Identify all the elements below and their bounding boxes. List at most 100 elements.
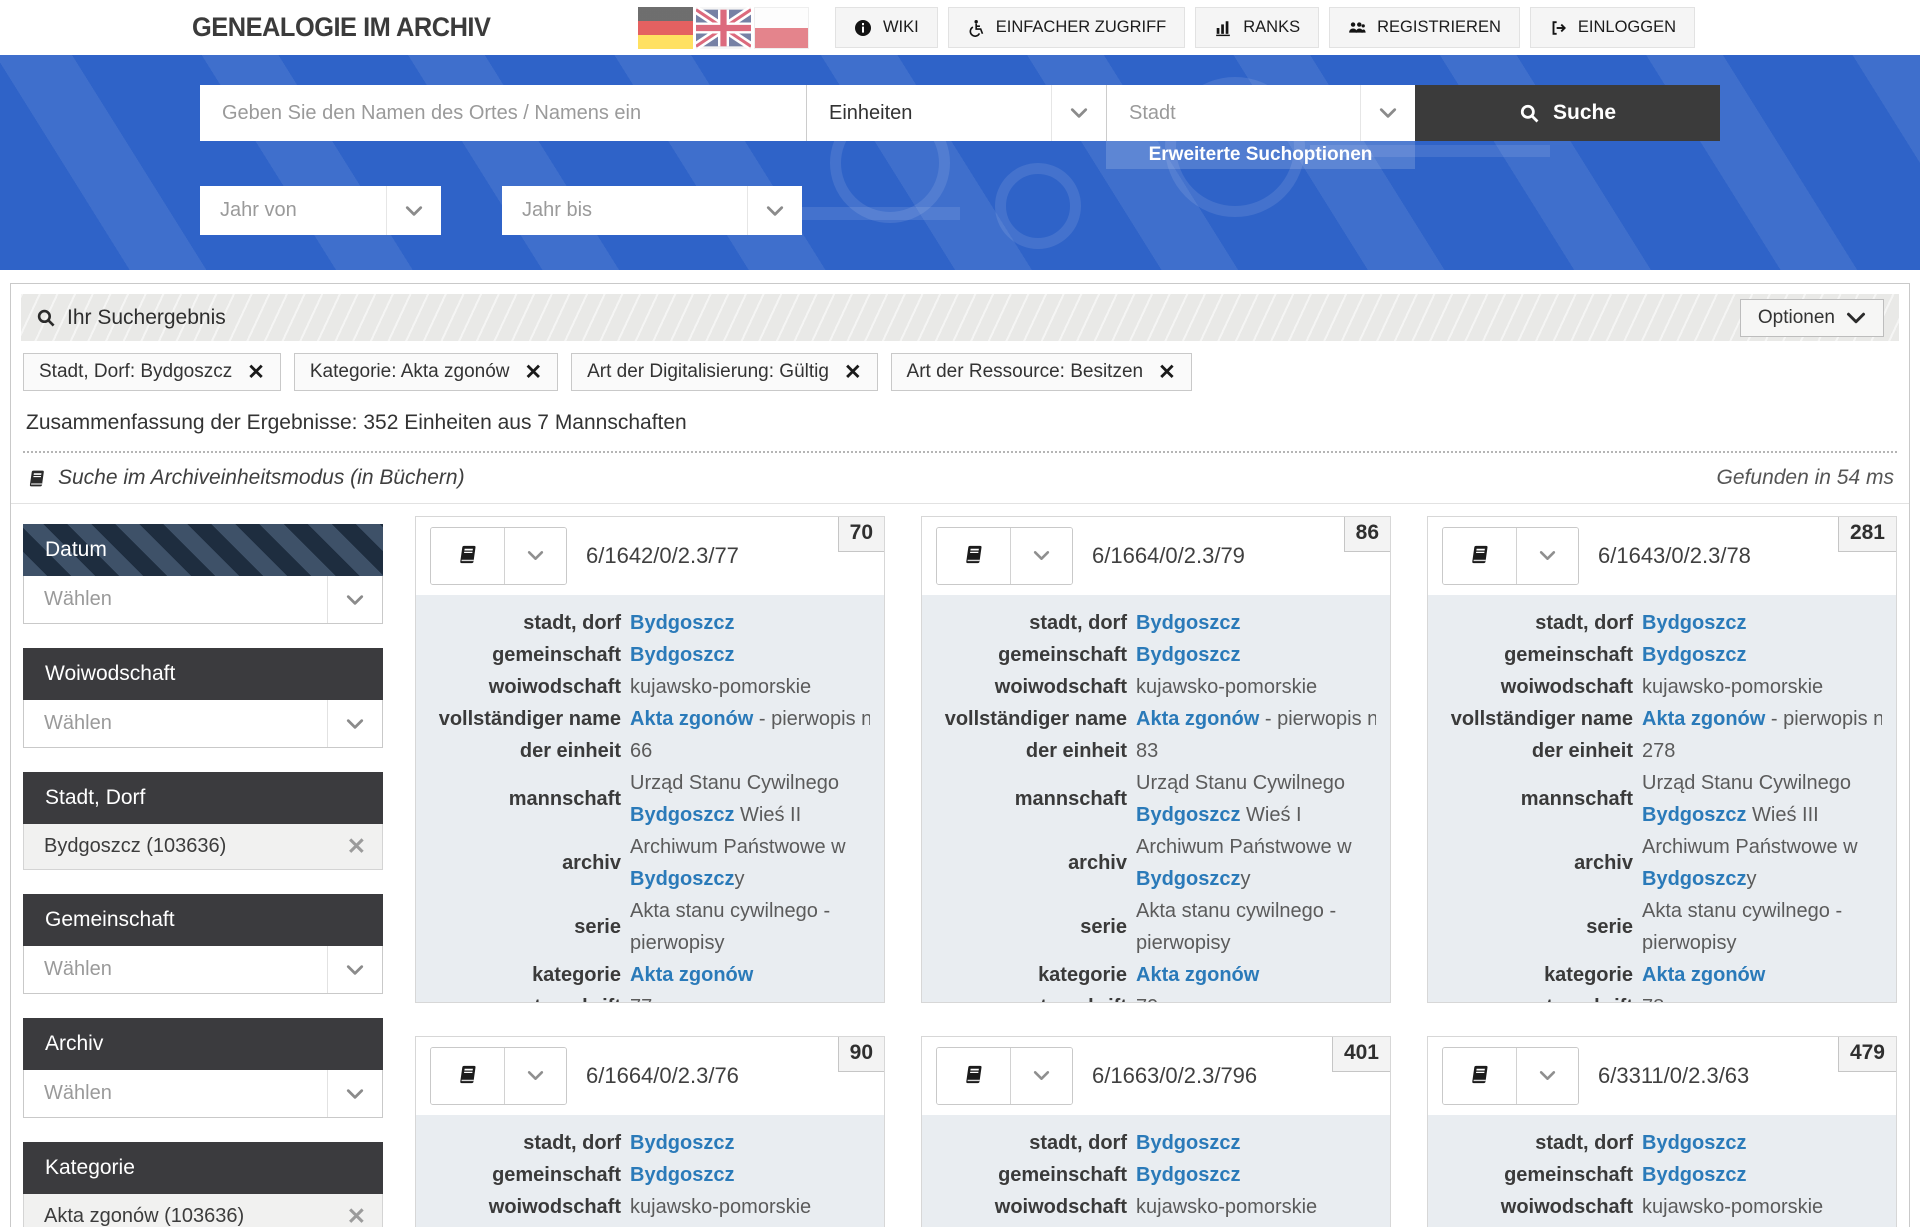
value-link[interactable]: Bydgoszcz	[1136, 644, 1240, 666]
remove-filter-icon[interactable]: ✕	[1158, 362, 1176, 383]
field-value: Akta zgonów - pierwopis n	[630, 703, 870, 735]
card-field-row: woiwodschaftkujawsko-pomorskie	[922, 1191, 1376, 1223]
sidebar-select-datum[interactable]: Wählen	[23, 576, 383, 624]
field-value: Akta zgonów	[630, 959, 870, 991]
card-actions-dropdown[interactable]	[1010, 1048, 1072, 1104]
field-value: kujawsko-pomorskie	[1642, 1191, 1882, 1223]
filter-chip[interactable]: Art der Ressource: Besitzen✕	[891, 353, 1192, 391]
value-link[interactable]: Bydgoszcz	[1642, 804, 1746, 826]
open-book-button[interactable]	[937, 528, 1010, 584]
card-actions-dropdown[interactable]	[1010, 528, 1072, 584]
card-fields: stadt, dorfBydgoszczgemeinschaftBydgoszc…	[1428, 595, 1896, 1003]
open-book-button[interactable]	[431, 1048, 504, 1104]
card-field-row: unterschrift79	[922, 991, 1376, 1003]
value-link[interactable]: Bydgoszcz	[1642, 1164, 1746, 1186]
open-book-button[interactable]	[937, 1048, 1010, 1104]
card-actions-dropdown[interactable]	[1516, 528, 1578, 584]
open-book-button[interactable]	[431, 528, 504, 584]
sidebar-section-datum: DatumWählen	[23, 524, 383, 624]
card-actions-dropdown[interactable]	[1516, 1048, 1578, 1104]
search-button[interactable]: Suche	[1415, 85, 1720, 141]
sidebar-select-archiv[interactable]: Wählen	[23, 1070, 383, 1118]
value-link[interactable]: Bydgoszcz	[630, 804, 734, 826]
nav-wiki[interactable]: WIKI	[835, 7, 938, 48]
german-flag[interactable]	[638, 7, 693, 49]
field-label: vollständiger name	[416, 1223, 621, 1227]
search-input[interactable]	[200, 85, 806, 141]
value-link[interactable]: Bydgoszcz	[1136, 612, 1240, 634]
value-link[interactable]: Akta zgonów	[1136, 964, 1259, 986]
value-link[interactable]: Akta zgonów	[630, 964, 753, 986]
card-field-row: gemeinschaftBydgoszcz	[922, 1159, 1376, 1191]
card-field-row: stadt, dorfBydgoszcz	[416, 1127, 870, 1159]
nav-easy-access[interactable]: EINFACHER ZUGRIFF	[948, 7, 1186, 48]
value-link[interactable]: Akta zgonów	[630, 708, 753, 730]
value-link[interactable]: Bydgoszcz	[1642, 644, 1746, 666]
value-link[interactable]: Akta zgonów	[1642, 708, 1765, 730]
nav-register[interactable]: REGISTRIEREN	[1329, 7, 1520, 48]
value-link[interactable]: Bydgoszcz	[1642, 1132, 1746, 1154]
value-link[interactable]: Bydgoszcz	[1642, 868, 1746, 890]
result-card: 6/1643/0/2.3/78 281 stadt, dorfBydgoszcz…	[1427, 516, 1897, 1003]
unit-signature: 6/1643/0/2.3/78	[1598, 543, 1751, 569]
search-icon	[36, 308, 56, 328]
value-link[interactable]: Bydgoszcz	[1136, 868, 1240, 890]
nav-login[interactable]: EINLOGGEN	[1530, 7, 1695, 48]
filter-chip[interactable]: Stadt, Dorf: Bydgoszcz✕	[23, 353, 281, 391]
nav-ranks[interactable]: RANKS	[1195, 7, 1319, 48]
filter-chip[interactable]: Art der Digitalisierung: Gültig✕	[571, 353, 877, 391]
year-from-select[interactable]: Jahr von	[200, 186, 441, 235]
chevron-down-icon	[1051, 85, 1106, 141]
card-field-row: der einheit83	[922, 735, 1376, 767]
open-book-button[interactable]	[1443, 528, 1516, 584]
card-field-row: serieAkta stanu cywilnego - pierwopisy	[922, 895, 1376, 959]
search-mode-row: Suche im Archiveinheitsmodus (in Büchern…	[11, 453, 1909, 504]
open-book-button[interactable]	[1443, 1048, 1516, 1104]
field-label: serie	[1428, 911, 1633, 943]
sidebar-section-title: Archiv	[23, 1018, 383, 1070]
remove-filter-icon[interactable]: ✕	[525, 362, 543, 383]
field-value: Urząd Stanu Cywilnego Bydgoszcz Wieś III	[1642, 767, 1882, 831]
remove-filter-icon[interactable]: ✕	[247, 362, 265, 383]
filter-sidebar: DatumWählenWoiwodschaftWählenStadt, Dorf…	[23, 524, 383, 1227]
remove-filter-icon[interactable]: ✕	[347, 1205, 366, 1227]
value-link[interactable]: Bydgoszcz	[1136, 804, 1240, 826]
search-scope-select[interactable]: Stadt	[1106, 85, 1415, 141]
value-link[interactable]: Bydgoszcz	[1642, 612, 1746, 634]
value-link[interactable]: Bydgoszcz	[630, 1132, 734, 1154]
scan-count-badge: 90	[838, 1037, 884, 1072]
value-link[interactable]: Bydgoszcz	[1136, 1164, 1240, 1186]
year-to-select[interactable]: Jahr bis	[502, 186, 802, 235]
value-link[interactable]: Bydgoszcz	[630, 644, 734, 666]
sidebar-select-woiwodschaft[interactable]: Wählen	[23, 700, 383, 748]
field-value: Bydgoszcz	[1136, 639, 1376, 671]
value-link[interactable]: Bydgoszcz	[630, 1164, 734, 1186]
result-card: 6/1663/0/2.3/796 401 stadt, dorfBydgoszc…	[921, 1036, 1391, 1227]
options-button[interactable]: Optionen	[1740, 299, 1884, 337]
value-link[interactable]: Akta zgonów	[1642, 964, 1765, 986]
card-actions-dropdown[interactable]	[504, 528, 566, 584]
advanced-search-link[interactable]: Erweiterte Suchoptionen	[1106, 141, 1415, 169]
sidebar-selected-stadt-dorf[interactable]: Bydgoszcz (103636)✕	[23, 824, 383, 870]
card-field-row: der einheit66	[416, 735, 870, 767]
search-mode-select[interactable]: Einheiten	[806, 85, 1106, 141]
sidebar-selected-kategorie[interactable]: Akta zgonów (103636)✕	[23, 1194, 383, 1227]
polish-flag[interactable]	[754, 7, 809, 49]
card-field-row: vollständiger nameAkta zgonów - pierwopi…	[922, 703, 1376, 735]
field-value: Bydgoszcz	[630, 639, 870, 671]
remove-filter-icon[interactable]: ✕	[844, 362, 862, 383]
search-icon	[1519, 103, 1540, 124]
field-label: kategorie	[922, 959, 1127, 991]
chevron-down-icon	[327, 576, 382, 623]
british-flag[interactable]	[696, 7, 751, 49]
value-link[interactable]: Akta zgonów	[1136, 708, 1259, 730]
remove-filter-icon[interactable]: ✕	[347, 835, 366, 858]
sidebar-select-gemeinschaft[interactable]: Wählen	[23, 946, 383, 994]
value-link[interactable]: Bydgoszcz	[630, 612, 734, 634]
field-value: Bydgoszcz	[630, 1159, 870, 1191]
value-link[interactable]: Bydgoszcz	[630, 868, 734, 890]
card-actions-dropdown[interactable]	[504, 1048, 566, 1104]
value-link[interactable]: Bydgoszcz	[1136, 1132, 1240, 1154]
chevron-down-icon	[327, 946, 382, 993]
filter-chip[interactable]: Kategorie: Akta zgonów✕	[294, 353, 558, 391]
